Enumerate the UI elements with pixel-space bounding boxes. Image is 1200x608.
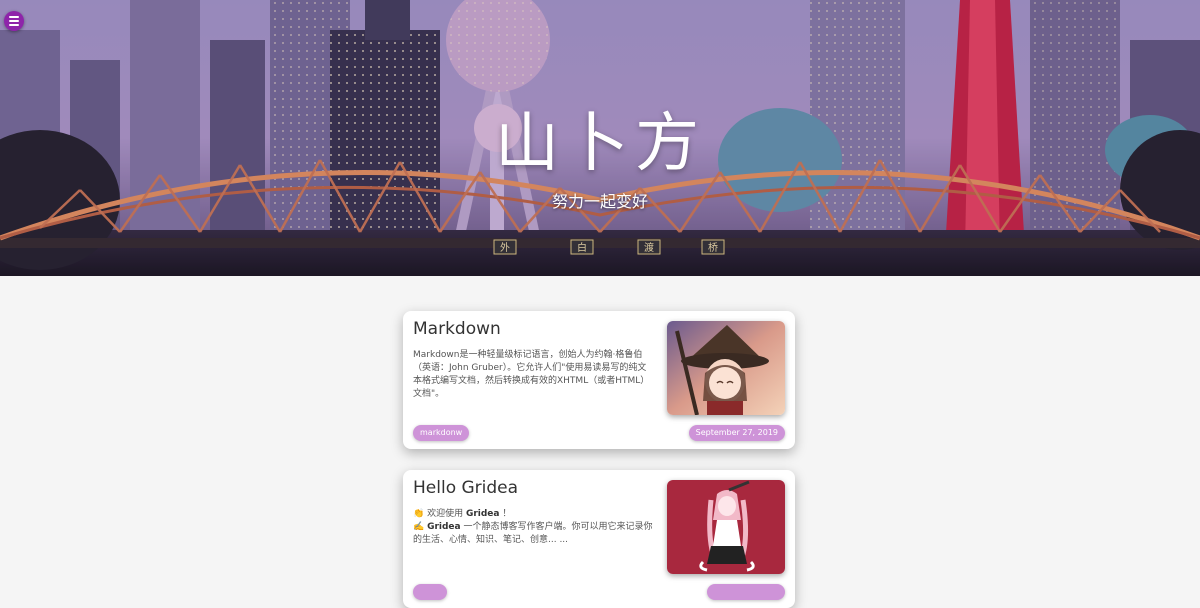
post-title[interactable]: Hello Gridea xyxy=(413,478,518,498)
excerpt-line: （英语：John Gruber）。它允许人们"使用易读易写的纯文 xyxy=(413,363,647,373)
site-subtitle: 努力一起变好 xyxy=(551,192,648,211)
anime-girl-sitting-image xyxy=(667,480,785,574)
post-excerpt: Markdown是一种轻量级标记语言，创始人为约翰·格鲁伯 （英语：John G… xyxy=(413,349,653,401)
post-card[interactable]: Hello Gridea 👏 欢迎使用 Gridea ！ ✍️ Gridea 一… xyxy=(403,470,795,608)
excerpt-line: 文档"。 xyxy=(413,389,445,399)
hamburger-menu-icon xyxy=(9,16,19,18)
post-excerpt: 👏 欢迎使用 Gridea ！ ✍️ Gridea 一个静态博客写作客户端。你可… xyxy=(413,508,653,547)
post-tag[interactable]: markdonw xyxy=(413,425,470,441)
site-title[interactable]: 山卜方 xyxy=(0,92,1200,184)
excerpt-line: 本格式编写文档，然后转换成有效的XHTML（或者HTML） xyxy=(413,376,650,386)
post-date xyxy=(707,584,785,600)
hero-banner: 外 白 渡 桥 山卜方 努力一起变好 xyxy=(0,0,1200,276)
post-card[interactable]: Markdown Markdown是一种轻量级标记语言，创始人为约翰·格鲁伯 （… xyxy=(403,311,795,449)
excerpt-line: Markdown是一种轻量级标记语言，创始人为约翰·格鲁伯 xyxy=(413,350,643,360)
post-thumbnail[interactable] xyxy=(667,480,785,574)
anime-girl-witch-hat-image xyxy=(667,321,785,415)
post-tag[interactable] xyxy=(413,584,447,600)
menu-button[interactable] xyxy=(4,11,24,31)
post-thumbnail[interactable] xyxy=(667,321,785,415)
excerpt-line: ✍️ Gridea 一个静态博客写作客户端。你可以用它来记录你 xyxy=(413,522,653,532)
post-title[interactable]: Markdown xyxy=(413,319,501,339)
excerpt-line: 的生活、心情、知识、笔记、创意... ... xyxy=(413,535,569,545)
excerpt-line: 👏 欢迎使用 Gridea ！ xyxy=(413,509,512,519)
post-date: September 27, 2019 xyxy=(688,425,785,441)
